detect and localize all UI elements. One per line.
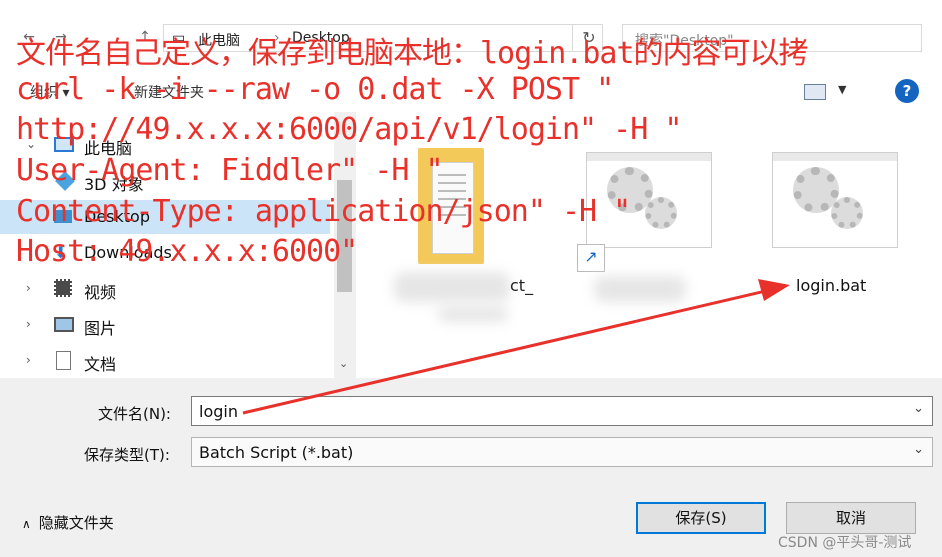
chevron-down-icon[interactable]: ⌄ <box>339 357 348 370</box>
chevron-down-icon[interactable]: ⌄ <box>913 401 924 416</box>
chevron-right-icon[interactable]: › <box>26 317 31 331</box>
annotation-line: User-Agent: Fiddler" -H " <box>16 153 444 188</box>
chevron-down-icon[interactable]: ▼ <box>838 83 846 96</box>
annotation-line: 文件名自己定义，保存到电脑本地：login.bat的内容可以拷 <box>16 36 809 71</box>
hide-folders-toggle[interactable]: ∧ 隐藏文件夹 <box>22 512 114 533</box>
chevron-right-icon[interactable]: › <box>26 353 31 367</box>
watermark: CSDN @平头哥-测试 <box>778 535 912 551</box>
save-button[interactable]: 保存(S) <box>636 502 766 534</box>
shortcut-arrow-icon: ↗ <box>577 244 605 272</box>
chevron-up-icon: ∧ <box>22 517 31 531</box>
file-label[interactable]: ct_ <box>510 276 533 295</box>
annotation-line: Host: 49.x.x.x:6000" <box>16 234 358 269</box>
annotation-line: http://49.x.x.x:6000/api/v1/login" -H " <box>16 112 682 147</box>
cancel-button[interactable]: 取消 <box>786 502 916 534</box>
nav-item-label: 图片 <box>84 319 117 338</box>
view-options-icon[interactable] <box>804 84 826 100</box>
filetype-select[interactable]: Batch Script (*.bat) ⌄ <box>191 437 933 467</box>
blurred-filename <box>438 306 508 322</box>
nav-item-label: 文档 <box>84 355 117 374</box>
chevron-down-icon[interactable]: ⌄ <box>913 442 924 457</box>
gear-icon <box>645 197 677 229</box>
thumb-header <box>773 153 897 161</box>
blurred-filename <box>394 272 510 302</box>
filetype-label: 保存类型(T): <box>84 446 170 464</box>
hide-folders-label: 隐藏文件夹 <box>38 514 114 532</box>
batch-file-icon[interactable] <box>772 152 898 248</box>
gear-icon <box>831 197 863 229</box>
nav-item-video[interactable]: › 视频 <box>0 272 330 306</box>
annotation-line: curl -k -i --raw -o 0.dat -X POST " <box>16 72 614 107</box>
annotation-line: Content-Type: application/json" -H " <box>16 194 631 229</box>
file-label-login-bat[interactable]: login.bat <box>796 276 866 295</box>
help-button[interactable]: ? <box>895 79 919 103</box>
filename-field[interactable]: login ⌄ <box>191 396 933 426</box>
blurred-filename <box>594 276 686 302</box>
thumb-header <box>587 153 711 161</box>
video-icon <box>54 279 72 297</box>
pictures-icon <box>54 317 74 332</box>
nav-item-pictures[interactable]: › 图片 <box>0 308 330 342</box>
documents-icon <box>56 351 71 370</box>
filetype-value: Batch Script (*.bat) <box>199 443 354 462</box>
nav-item-label: 视频 <box>84 283 117 302</box>
filename-label: 文件名(N): <box>98 405 171 423</box>
filename-value[interactable]: login <box>199 402 238 421</box>
nav-item-documents[interactable]: › 文档 <box>0 344 330 378</box>
chevron-right-icon[interactable]: › <box>26 281 31 295</box>
